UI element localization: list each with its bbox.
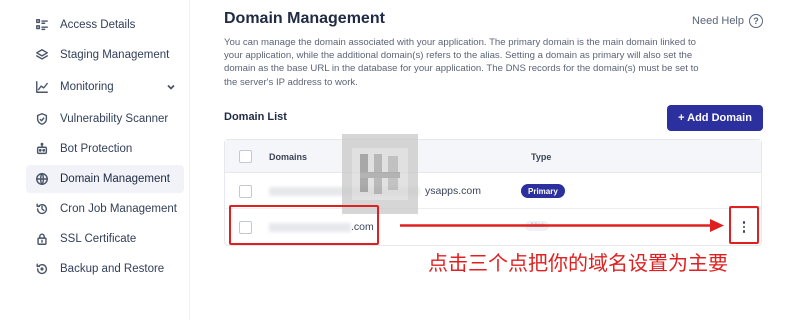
sidebar-item-monitoring[interactable]: Monitoring (26, 73, 184, 101)
sidebar-item-backup-and-restore[interactable]: Backup and Restore (26, 255, 184, 283)
chevron-down-icon[interactable] (166, 82, 176, 92)
globe-www-icon (34, 171, 50, 187)
select-all-checkbox[interactable] (239, 150, 252, 163)
sidebar-item-label: Staging Management (60, 49, 170, 61)
sidebar-item-staging-management[interactable]: Staging Management (26, 41, 184, 69)
shield-scan-icon (34, 111, 50, 127)
key-icon (34, 17, 50, 33)
sidebar-item-domain-management[interactable]: Domain Management (26, 165, 184, 193)
sidebar-item-label: Monitoring (60, 81, 114, 93)
sidebar-item-ssl-certificate[interactable]: SSL Certificate (26, 225, 184, 253)
annotation-box-domain (229, 205, 379, 245)
robot-icon (34, 141, 50, 157)
table-row: ysapps.com Primary (225, 173, 761, 209)
sidebar-item-label: Cron Job Management (60, 203, 177, 215)
clock-history-icon (34, 201, 50, 217)
need-help-label: Need Help (692, 15, 744, 27)
sidebar-item-label: Backup and Restore (60, 263, 165, 275)
restore-icon (34, 261, 50, 277)
add-domain-button[interactable]: + Add Domain (667, 105, 763, 131)
sidebar-item-bot-protection[interactable]: Bot Protection (26, 135, 184, 163)
domain-name: ysapps.com (425, 185, 482, 197)
layers-icon (34, 47, 50, 63)
sidebar-item-label: Bot Protection (60, 143, 133, 155)
status-badge: Primary (521, 184, 565, 198)
status-badge: Alias (525, 221, 550, 231)
help-circle-icon: ? (749, 14, 763, 28)
row-checkbox[interactable] (239, 185, 252, 198)
chart-icon (34, 79, 50, 95)
sidebar-item-label: Domain Management (60, 173, 170, 185)
lock-icon (34, 231, 50, 247)
need-help-link[interactable]: Need Help ? (692, 14, 763, 28)
page-description: You can manage the domain associated wit… (224, 37, 699, 88)
sidebar-item-label: SSL Certificate (60, 233, 137, 245)
table-header: Domains Type (225, 140, 761, 173)
sidebar-item-label: Vulnerability Scanner (60, 113, 169, 125)
annotation-text: 点击三个点把你的域名设置为主要 (428, 251, 728, 275)
watermark-overlay (342, 134, 418, 214)
sidebar-item-access-details[interactable]: Access Details (26, 11, 184, 39)
sidebar: Access Details Staging Management Monito… (0, 0, 190, 320)
sidebar-item-label: Access Details (60, 19, 136, 31)
column-header-type: Type (531, 152, 552, 162)
domain-list-title: Domain List (224, 111, 287, 123)
page-title: Domain Management (224, 10, 385, 27)
sidebar-item-vulnerability-scanner[interactable]: Vulnerability Scanner (26, 105, 184, 133)
column-header-domains: Domains (269, 152, 308, 162)
sidebar-item-cron-job-management[interactable]: Cron Job Management (26, 195, 184, 223)
annotation-box-menu (729, 206, 759, 244)
